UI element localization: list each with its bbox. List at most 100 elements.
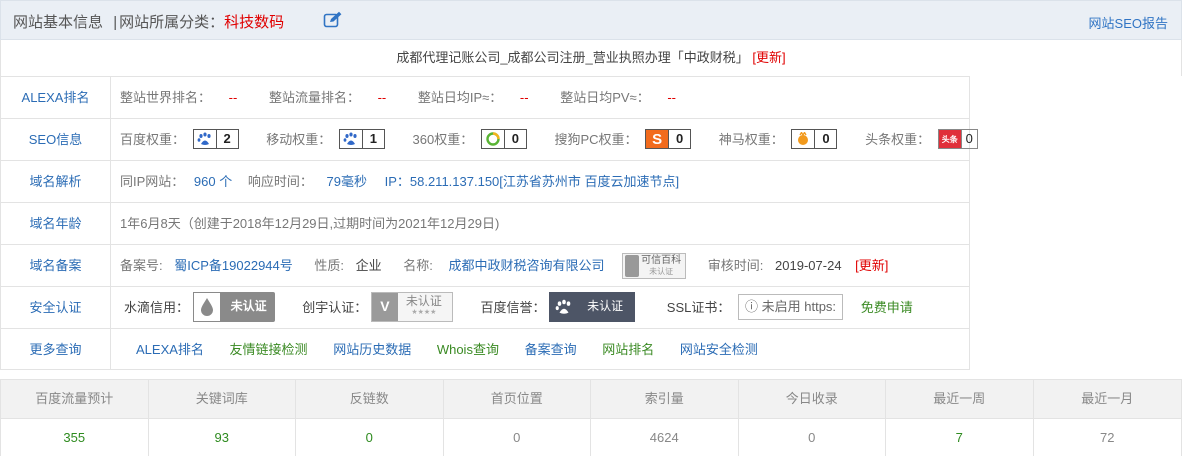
more-links: ALEXA排名 友情链接检测 网站历史数据 Whois查询 备案查询 网站排名 … — [136, 329, 758, 370]
seo-report-link[interactable]: 网站SEO报告 — [1089, 13, 1168, 32]
alexa-world-label: 整站世界排名： — [120, 90, 212, 105]
stats-value-baidu-traffic[interactable]: 355 — [1, 419, 149, 456]
mobile-weight-label: 移动权重： — [266, 132, 332, 147]
baidu-paw-icon — [549, 292, 579, 322]
alexa-pv-label: 整站日均PV≈： — [560, 90, 650, 105]
more-link-alexa[interactable]: ALEXA排名 — [136, 329, 204, 370]
stats-header: 索引量 — [591, 380, 739, 418]
response-label: 响应时间： — [247, 174, 313, 189]
sogou-weight-label: 搜狗PC权重： — [554, 132, 638, 147]
stats-header-row: 百度流量预计 关键词库 反链数 首页位置 索引量 今日收录 最近一周 最近一月 — [1, 380, 1181, 418]
baidu-weight-value: 2 — [215, 130, 238, 149]
more-link-security[interactable]: 网站安全检测 — [680, 329, 758, 370]
same-ip-value[interactable]: 960 个 — [194, 161, 232, 202]
more-link-record[interactable]: 备案查询 — [525, 329, 577, 370]
stats-value-week[interactable]: 7 — [886, 419, 1034, 456]
stats-value-today: 0 — [739, 419, 886, 456]
site-title: 成都代理记账公司_成都公司注册_营业执照办理「中政财税」 — [396, 50, 749, 65]
ssl-apply-link[interactable]: 免费申请 — [861, 287, 913, 328]
icp-no-value[interactable]: 蜀ICP备19022944号 — [174, 245, 293, 286]
security-values: 水滴信用： 未认证 创宇认证： V 未认证 ★★★★ 百度信誉： 未认证 SSL… — [124, 287, 913, 328]
ssl-label: SSL证书： — [666, 300, 731, 315]
more-link-rank[interactable]: 网站排名 — [602, 329, 654, 370]
audit-time-value: 2019-07-24 — [775, 258, 842, 273]
baidu-paw-icon — [194, 130, 216, 148]
response-value: 79毫秒 — [326, 174, 367, 189]
shenma-weight-value: 0 — [814, 130, 836, 149]
alexa-traffic-value: -- — [377, 90, 387, 105]
alexa-ip-label: 整站日均IP≈： — [417, 90, 503, 105]
stats-value-backlinks[interactable]: 0 — [296, 419, 444, 456]
row-label-seo: SEO信息 — [1, 119, 111, 160]
row-domain-age: 域名年龄 1年6月8天（创建于2018年12月29日,过期时间为2021年12月… — [1, 202, 969, 244]
stats-value-keywords[interactable]: 93 — [149, 419, 296, 456]
row-label-security: 安全认证 — [1, 287, 111, 328]
toutiao-weight-label: 头条权重： — [865, 132, 931, 147]
stats-header: 今日收录 — [739, 380, 886, 418]
more-link-whois[interactable]: Whois查询 — [437, 329, 499, 370]
chuangyu-badge[interactable]: V 未认证 ★★★★ — [370, 291, 453, 322]
shuidi-badge[interactable]: 未认证 — [192, 291, 275, 322]
toutiao-icon: 头条 — [938, 130, 961, 149]
shuidi-badge-text: 未认证 — [230, 299, 267, 314]
row-label-dns: 域名解析 — [1, 161, 111, 202]
ssl-status-text: 未启用 https: — [761, 299, 837, 315]
sogou-weight-value: 0 — [668, 130, 690, 149]
baike-text: 可信百科 未认证 — [641, 255, 685, 277]
stats-header: 最近一月 — [1081, 391, 1134, 406]
ip-address[interactable]: IP：58.211.137.150[江苏省苏州市 百度云加速节点] — [385, 161, 680, 202]
stats-header: 关键词库 — [149, 380, 296, 418]
stats-header: 反链数 — [296, 380, 444, 418]
stats-header: 首页位置 — [444, 380, 591, 418]
nature-value: 企业 — [355, 258, 382, 273]
ssl-status-box: ⓘ 未启用 https: — [738, 294, 844, 321]
baike-line1: 可信百科 — [641, 254, 682, 266]
alexa-values: 整站世界排名： -- 整站流量排名： -- 整站日均IP≈： -- 整站日均PV… — [120, 77, 676, 118]
more-link-friend-links[interactable]: 友情链接检测 — [230, 329, 308, 370]
stats-data-row: 355 93 0 0 4624 0 7 72 — [1, 418, 1181, 456]
baidu-credit-badge[interactable]: 未认证 — [549, 291, 636, 322]
stats-value-month: 72 — [1100, 430, 1115, 445]
baike-line2: 未认证 — [649, 266, 674, 276]
row-security: 安全认证 水滴信用： 未认证 创宇认证： V 未认证 ★★★★ 百度信誉： 未认… — [1, 286, 969, 328]
baike-badge[interactable]: 可信百科 未认证 — [622, 252, 687, 279]
sogou-weight-badge[interactable]: S 0 — [645, 129, 692, 150]
row-label-domain-age: 域名年龄 — [1, 203, 111, 244]
mobile-weight-badge[interactable]: 1 — [338, 129, 385, 150]
icp-record-values: 备案号: 蜀ICP备19022944号 性质: 企业 名称: 成都中政财税咨询有… — [120, 245, 888, 286]
row-alexa: ALEXA排名 整站世界排名： -- 整站流量排名： -- 整站日均IP≈： -… — [1, 76, 969, 118]
360-weight-label: 360权重： — [412, 132, 474, 147]
chuangyu-label: 创宇认证： — [302, 300, 368, 315]
record-update-link[interactable]: [更新] — [855, 245, 888, 286]
360-weight-badge[interactable]: 0 — [480, 129, 527, 150]
row-label-more: 更多查询 — [1, 329, 111, 370]
update-link[interactable]: [更新] — [752, 50, 785, 65]
stats-value-homepage-position: 0 — [444, 419, 591, 456]
header-bar: 网站基本信息 | 网站所属分类：科技数码 网站SEO报告 — [0, 0, 1182, 40]
shenma-weight-badge[interactable]: 0 — [791, 129, 838, 150]
baidu-weight-badge[interactable]: 2 — [192, 129, 239, 150]
row-icp-record: 域名备案 备案号: 蜀ICP备19022944号 性质: 企业 名称: 成都中政… — [1, 244, 969, 286]
baidu-paw-icon — [340, 130, 362, 148]
row-seo: SEO信息 百度权重： 2 移动权重： 1 360权重： 0 搜狗PC权重： S… — [1, 118, 978, 160]
chuangyu-stars: ★★★★ — [411, 308, 437, 316]
company-name-value[interactable]: 成都中政财税咨询有限公司 — [449, 245, 605, 286]
water-drop-icon — [192, 291, 221, 322]
audit-time-label: 审核时间: — [707, 258, 764, 273]
dns-values: 同IP网站： 960 个 响应时间： 79毫秒 IP：58.211.137.15… — [120, 161, 679, 202]
stats-table: 百度流量预计 关键词库 反链数 首页位置 索引量 今日收录 最近一周 最近一月 … — [0, 379, 1182, 456]
row-label-alexa: ALEXA排名 — [1, 77, 111, 118]
row-dns: 域名解析 同IP网站： 960 个 响应时间： 79毫秒 IP：58.211.1… — [1, 160, 969, 202]
sogou-s-icon: S — [646, 130, 669, 149]
toutiao-weight-value: 0 — [960, 130, 977, 149]
nature-label: 性质: — [314, 258, 345, 273]
360-weight-value: 0 — [503, 130, 526, 149]
category-value[interactable]: 科技数码 — [224, 14, 284, 31]
header-separator: | — [113, 14, 118, 31]
info-table: ALEXA排名 整站世界排名： -- 整站流量排名： -- 整站日均IP≈： -… — [0, 76, 978, 370]
baidu-weight-label: 百度权重： — [120, 132, 186, 147]
toutiao-weight-badge[interactable]: 头条 0 — [937, 129, 978, 150]
chuangyu-badge-text: 未认证 — [405, 293, 442, 308]
more-link-history[interactable]: 网站历史数据 — [333, 329, 411, 370]
edit-icon[interactable] — [323, 11, 343, 32]
